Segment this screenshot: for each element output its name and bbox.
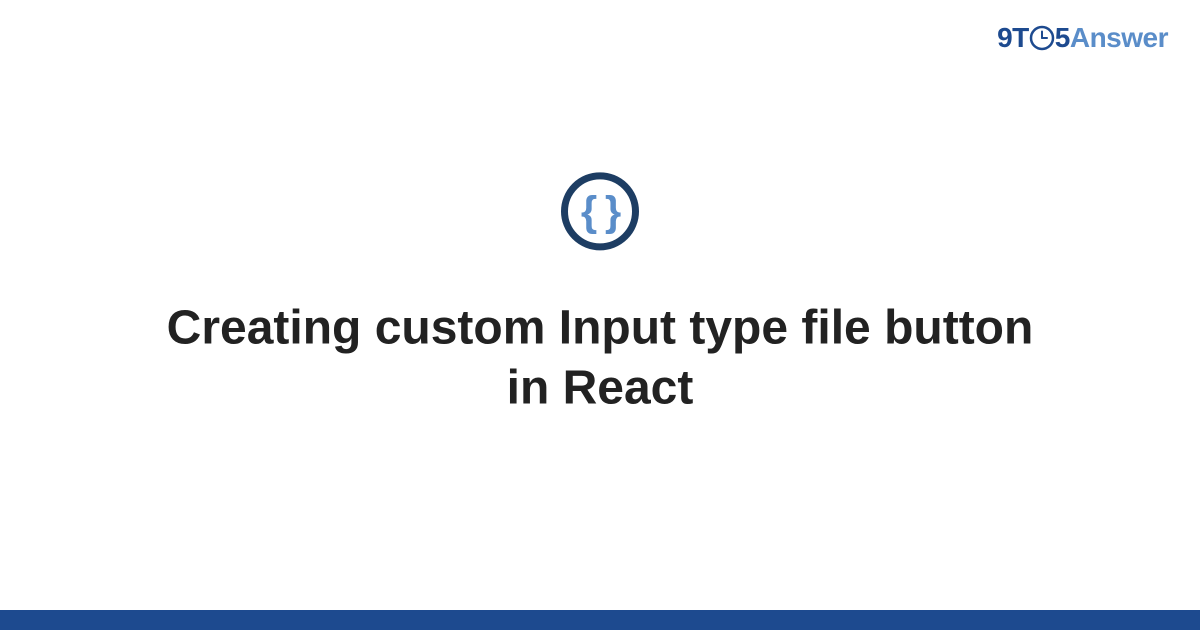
- article-title: Creating custom Input type file button i…: [150, 298, 1050, 418]
- footer-bar: [0, 610, 1200, 630]
- main-content: { } Creating custom Input type file butt…: [0, 172, 1200, 418]
- site-logo: 9T 5Answer: [997, 22, 1168, 54]
- logo-text-9t: 9T: [997, 22, 1029, 53]
- logo-text-answer: Answer: [1070, 22, 1168, 53]
- braces-icon: { }: [561, 172, 639, 250]
- clock-icon: [1029, 25, 1055, 51]
- braces-glyph: { }: [581, 187, 619, 235]
- logo-text-5: 5: [1055, 22, 1070, 53]
